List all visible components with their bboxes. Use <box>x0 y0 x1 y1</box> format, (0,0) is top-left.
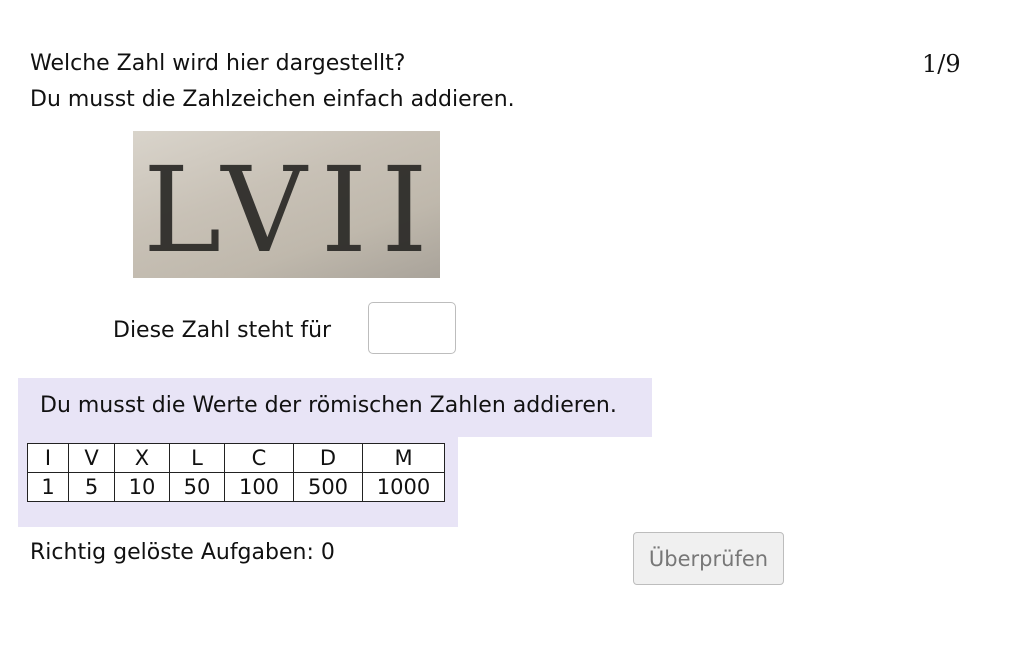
table-cell: 50 <box>169 472 225 502</box>
table-cell: I <box>27 443 69 473</box>
table-cell: 1 <box>27 472 69 502</box>
hint-text: Du musst die Werte der römischen Zahlen … <box>40 393 617 418</box>
check-button[interactable]: Überprüfen <box>633 532 784 585</box>
table-cell: V <box>68 443 115 473</box>
table-cell: C <box>224 443 294 473</box>
inscription-photo: LVIII <box>133 131 440 278</box>
roman-value-row: 1 5 10 50 100 500 1000 <box>27 472 445 502</box>
table-cell: 500 <box>293 472 363 502</box>
question-line-2: Du musst die Zahlzeichen einfach addiere… <box>30 87 515 112</box>
question-line-1: Welche Zahl wird hier dargestellt? <box>30 51 406 76</box>
table-cell: 100 <box>224 472 294 502</box>
table-cell: M <box>362 443 445 473</box>
table-cell: 5 <box>68 472 115 502</box>
inscription-text: LVIII <box>143 141 440 278</box>
table-cell: L <box>169 443 225 473</box>
roman-symbol-row: I V X L C D M <box>27 443 445 473</box>
progress-counter: 1/9 <box>922 50 961 78</box>
score-text: Richtig gelöste Aufgaben: 0 <box>30 540 335 565</box>
table-cell: 10 <box>114 472 170 502</box>
question: Welche Zahl wird hier dargestellt? Du mu… <box>30 46 515 118</box>
answer-label: Diese Zahl steht für <box>113 318 332 343</box>
table-cell: 1000 <box>362 472 445 502</box>
roman-numeral-table: I V X L C D M 1 5 10 50 100 500 1000 <box>27 443 445 502</box>
table-cell: D <box>293 443 363 473</box>
answer-input[interactable] <box>368 302 456 354</box>
table-cell: X <box>114 443 170 473</box>
